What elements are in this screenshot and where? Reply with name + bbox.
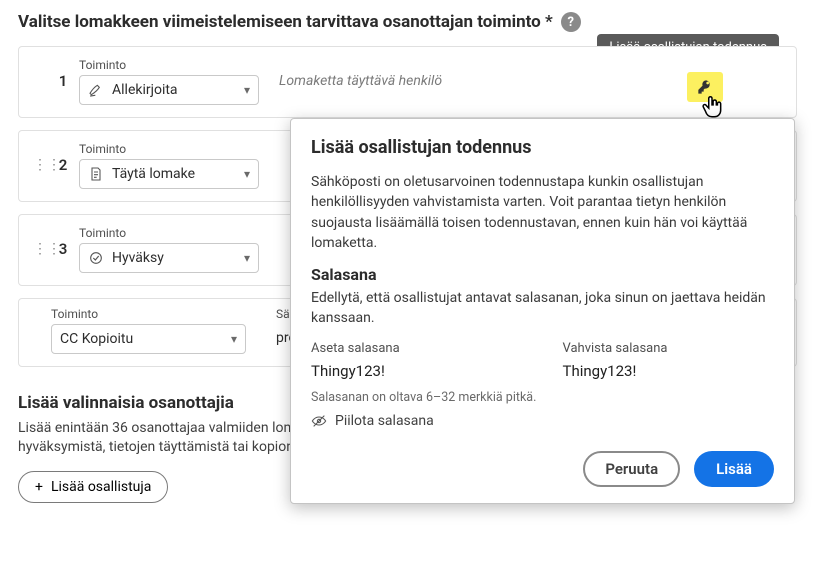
action-value: Hyväksy — [112, 250, 164, 266]
panel-intro: Sähköposti on oletusarvoinen todennustap… — [311, 172, 774, 253]
drag-handle[interactable]: ⋮⋮ — [33, 157, 47, 173]
add-participant-label: Lisää osallistuja — [51, 479, 151, 495]
panel-subheading: Salasana — [311, 265, 774, 284]
action-select-3[interactable]: Hyväksy ▾ — [79, 243, 259, 273]
check-circle-icon — [88, 250, 104, 266]
page-title: Valitse lomakkeen viimeistelemiseen tarv… — [18, 12, 797, 32]
action-value: Täytä lomake — [112, 166, 195, 182]
action-value: Allekirjoita — [112, 82, 178, 98]
key-icon — [697, 79, 713, 95]
password-hint: Salasanan on oltava 6–32 merkkiä pitkä. — [311, 390, 774, 405]
form-icon — [88, 166, 104, 182]
row-index: 3 — [47, 240, 79, 258]
set-password-input[interactable]: Thingy123! — [311, 362, 523, 380]
panel-pw-desc: Edellytä, että osallistujat antavat sala… — [311, 288, 774, 329]
pen-icon — [88, 82, 104, 98]
heading-text: Valitse lomakkeen viimeistelemiseen tarv… — [18, 12, 553, 32]
set-password-label: Aseta salasana — [311, 341, 523, 356]
panel-title: Lisää osallistujan todennus — [311, 137, 774, 158]
chevron-down-icon: ▾ — [244, 251, 250, 265]
cc-action-select[interactable]: CC Kopioitu ▾ — [51, 324, 246, 354]
auth-panel: Lisää osallistujan todennus Sähköposti o… — [290, 118, 795, 504]
confirm-password-input[interactable]: Thingy123! — [563, 362, 775, 380]
action-label: Toiminto — [79, 58, 259, 72]
chevron-down-icon: ▾ — [244, 83, 250, 97]
cancel-button[interactable]: Peruuta — [583, 451, 680, 487]
chevron-down-icon: ▾ — [244, 167, 250, 181]
action-label: Toiminto — [79, 226, 259, 240]
participant-row-1: 1 Toiminto Allekirjoita ▾ Lomaketta täyt… — [18, 46, 797, 118]
hide-password-label: Piilota salasana — [335, 413, 434, 429]
plus-icon: + — [35, 479, 43, 495]
row-index: 2 — [47, 156, 79, 174]
add-button[interactable]: Lisää — [694, 451, 774, 487]
action-label: Toiminto — [51, 307, 246, 321]
confirm-password-label: Vahvista salasana — [563, 341, 775, 356]
chevron-down-icon: ▾ — [231, 332, 237, 346]
action-select-2[interactable]: Täytä lomake ▾ — [79, 159, 259, 189]
row-index: 1 — [47, 72, 79, 90]
cc-action-value: CC Kopioitu — [60, 331, 133, 347]
help-icon[interactable]: ? — [561, 12, 581, 32]
drag-handle[interactable]: ⋮⋮ — [33, 241, 47, 257]
hide-password-toggle[interactable]: Piilota salasana — [311, 413, 774, 429]
action-label: Toiminto — [79, 142, 259, 156]
action-select-1[interactable]: Allekirjoita ▾ — [79, 75, 259, 105]
add-participant-button[interactable]: + Lisää osallistuja — [18, 471, 168, 503]
eye-off-icon — [311, 413, 327, 429]
